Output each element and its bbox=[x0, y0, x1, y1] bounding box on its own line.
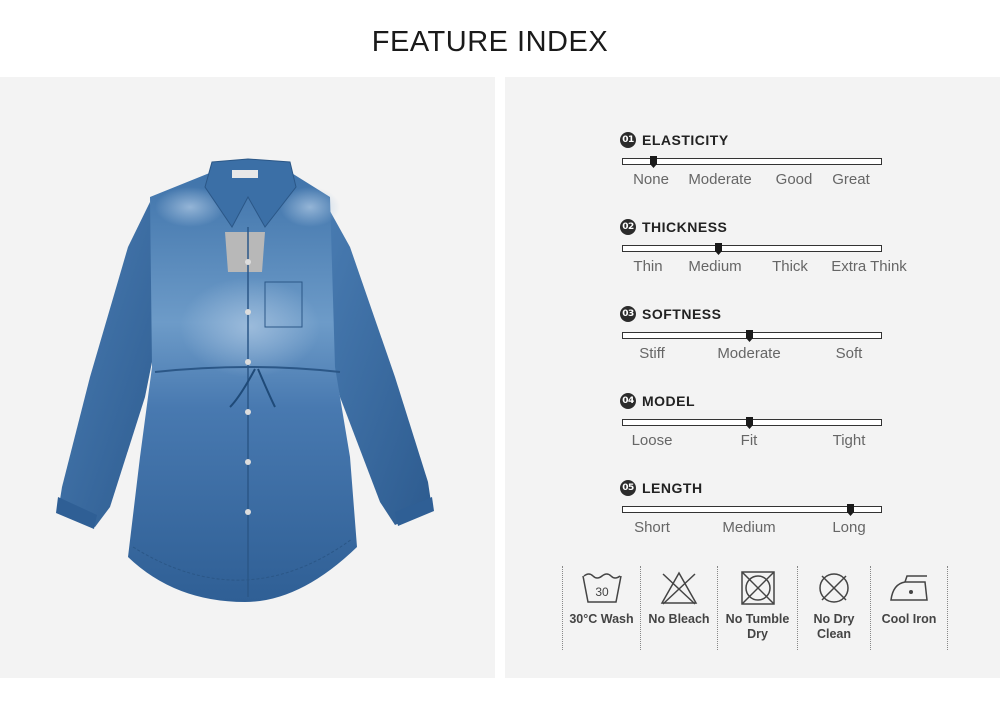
feature-option-label: Moderate bbox=[717, 345, 781, 362]
feature-scale-bar bbox=[622, 330, 882, 342]
feature-level-marker bbox=[745, 330, 753, 342]
feature-option-label: Thick bbox=[772, 258, 808, 275]
feature-length: 05 LENGTH Short Medium Long bbox=[620, 479, 920, 536]
care-item-iron: Cool Iron bbox=[870, 566, 948, 650]
feature-scale-bar bbox=[622, 243, 882, 255]
feature-options: Short Medium Long bbox=[620, 519, 920, 539]
feature-options: Loose Fit Tight bbox=[620, 432, 920, 452]
feature-option-label: Medium bbox=[688, 258, 742, 275]
feature-thickness: 02 THICKNESS Thin Medium Thick Extra Think bbox=[620, 218, 920, 275]
feature-model: 04 MODEL Loose Fit Tight bbox=[620, 392, 920, 449]
feature-options: Thin Medium Thick Extra Think bbox=[620, 258, 920, 278]
feature-option-label: Stiff bbox=[639, 345, 665, 362]
feature-option-label: Long bbox=[832, 519, 866, 536]
feature-scale-bar bbox=[622, 417, 882, 429]
care-item-wash: 30 30°C Wash bbox=[562, 566, 640, 650]
feature-option-label: None bbox=[633, 171, 669, 188]
feature-level-marker bbox=[745, 417, 753, 429]
feature-options: Stiff Moderate Soft bbox=[620, 345, 920, 365]
feature-option-label: Thin bbox=[633, 258, 663, 275]
feature-header: 02 THICKNESS bbox=[620, 218, 920, 236]
feature-softness: 03 SOFTNESS Stiff Moderate Soft bbox=[620, 305, 920, 362]
feature-scale-bar bbox=[622, 504, 882, 516]
feature-option-label: Good bbox=[775, 171, 813, 188]
feature-option-label: Great bbox=[832, 171, 870, 188]
no-bleach-icon bbox=[660, 571, 698, 605]
no-tumble-dry-icon bbox=[740, 571, 775, 605]
feature-option-label: Extra Think bbox=[831, 258, 907, 275]
feature-name: MODEL bbox=[642, 393, 696, 409]
care-label: Cool Iron bbox=[881, 612, 937, 626]
care-label: 30°C Wash bbox=[569, 612, 634, 626]
care-item-dry-clean: No Dry Clean bbox=[797, 566, 870, 650]
feature-name: ELASTICITY bbox=[642, 132, 729, 148]
feature-level-marker bbox=[846, 504, 854, 516]
feature-header: 03 SOFTNESS bbox=[620, 305, 920, 323]
care-item-tumble: No Tumble Dry bbox=[717, 566, 797, 650]
svg-text:30: 30 bbox=[595, 585, 609, 599]
feature-option-label: Medium bbox=[722, 519, 776, 536]
feature-header: 01 ELASTICITY bbox=[620, 131, 920, 149]
care-item-bleach: No Bleach bbox=[640, 566, 717, 650]
product-image-panel bbox=[0, 77, 495, 678]
feature-option-label: Short bbox=[634, 519, 670, 536]
feature-number-badge: 01 bbox=[620, 132, 636, 148]
feature-option-label: Soft bbox=[835, 345, 863, 362]
cool-iron-icon bbox=[890, 575, 928, 601]
page-title: FEATURE INDEX bbox=[371, 26, 609, 58]
feature-options: None Moderate Good Great bbox=[620, 171, 920, 191]
denim-shirt-dress-image bbox=[56, 158, 434, 602]
feature-number-badge: 05 bbox=[620, 480, 636, 496]
feature-level-marker bbox=[650, 156, 658, 168]
wash-30-icon: 30 bbox=[581, 573, 622, 603]
feature-name: SOFTNESS bbox=[642, 306, 722, 322]
feature-header: 04 MODEL bbox=[620, 392, 920, 410]
feature-option-label: Fit bbox=[740, 432, 758, 449]
care-instructions: 30 30°C Wash No Bleach No Tumble Dry No … bbox=[562, 566, 948, 650]
feature-option-label: Loose bbox=[631, 432, 673, 449]
feature-name: THICKNESS bbox=[642, 219, 728, 235]
no-dry-clean-icon bbox=[819, 573, 849, 603]
care-label: No Bleach bbox=[648, 612, 710, 626]
feature-option-label: Tight bbox=[832, 432, 866, 449]
feature-number-badge: 04 bbox=[620, 393, 636, 409]
feature-number-badge: 02 bbox=[620, 219, 636, 235]
feature-scale-bar bbox=[622, 156, 882, 168]
feature-level-marker bbox=[714, 243, 722, 255]
feature-name: LENGTH bbox=[642, 480, 703, 496]
feature-header: 05 LENGTH bbox=[620, 479, 920, 497]
care-label: No Dry Clean bbox=[813, 612, 855, 641]
feature-elasticity: 01 ELASTICITY None Moderate Good Great bbox=[620, 131, 920, 188]
care-label: No Tumble Dry bbox=[725, 612, 790, 641]
feature-number-badge: 03 bbox=[620, 306, 636, 322]
feature-option-label: Moderate bbox=[688, 171, 752, 188]
